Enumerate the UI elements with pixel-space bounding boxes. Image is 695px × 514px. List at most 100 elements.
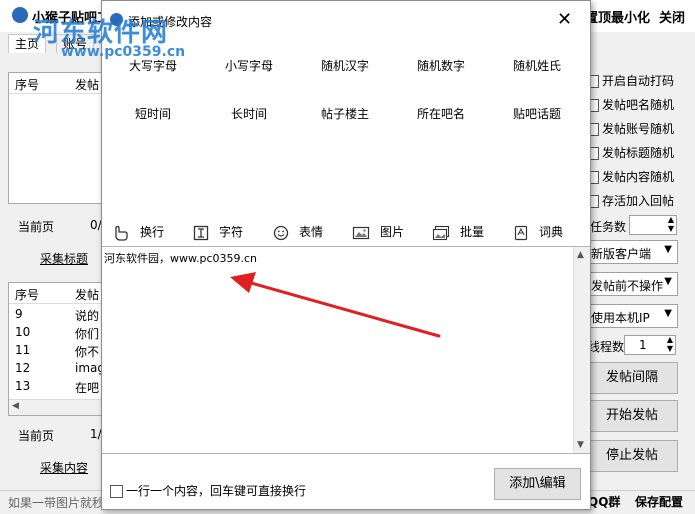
- insert-random-hanzi-button[interactable]: 随机汉字: [297, 57, 393, 74]
- checkbox-label: 发帖标题随机: [602, 146, 675, 160]
- thread-count-label: 线程数: [588, 340, 625, 354]
- task-count-spinner[interactable]: ▲ ▼: [629, 215, 677, 235]
- spin-up-icon[interactable]: ▲: [667, 335, 673, 344]
- toolbar-char-button[interactable]: 字符: [193, 223, 243, 243]
- thread-count-spinner[interactable]: 1 ▲ ▼: [624, 335, 676, 355]
- row-index: 9: [15, 307, 23, 321]
- app-icon: [12, 7, 28, 23]
- smiley-icon: [273, 225, 289, 240]
- lower-pager-value: 1/: [90, 427, 102, 441]
- table-row[interactable]: 9 说的: [9, 305, 109, 323]
- checkbox-label: 发帖内容随机: [602, 170, 675, 184]
- edit-content-dialog: 添加或修改内容 ✕ 大写字母 小写字母 随机汉字 随机数字 随机姓氏 短时间 长…: [101, 0, 591, 510]
- thread-count-value: 1: [639, 338, 647, 352]
- vertical-scrollbar[interactable]: ▲ ▼: [573, 247, 590, 453]
- insert-bar-topic-button[interactable]: 贴吧话题: [489, 105, 585, 122]
- random-account-checkbox[interactable]: 发帖账号随机: [586, 120, 674, 138]
- toolbar-label: 换行: [140, 225, 165, 239]
- minimize-button[interactable]: 最小化: [611, 7, 650, 26]
- insert-lowercase-button[interactable]: 小写字母: [201, 57, 297, 74]
- row-index: 10: [15, 325, 31, 339]
- pre-post-action-select[interactable]: 发帖前不操作 ▼: [588, 272, 678, 296]
- close-icon[interactable]: ✕: [557, 11, 572, 29]
- collect-title-link[interactable]: 采集标题: [40, 250, 88, 267]
- table-row[interactable]: 11 你不: [9, 341, 109, 359]
- upper-post-list[interactable]: 序号 发帖: [8, 72, 110, 204]
- insert-short-time-button[interactable]: 短时间: [105, 105, 201, 122]
- toolbar-label: 字符: [219, 225, 244, 239]
- toolbar-label: 表情: [299, 225, 324, 239]
- row-index: 12: [15, 361, 31, 375]
- post-interval-button[interactable]: 发帖间隔: [586, 362, 678, 394]
- random-title-checkbox[interactable]: 发帖标题随机: [586, 144, 674, 162]
- insert-long-time-button[interactable]: 长时间: [201, 105, 297, 122]
- select-value: 使用本机IP: [591, 311, 650, 325]
- dictionary-icon: [514, 225, 528, 240]
- toolbar-emoji-button[interactable]: 表情: [273, 223, 323, 243]
- text-cursor-icon: [193, 225, 209, 240]
- row-index: 11: [15, 343, 31, 357]
- checkbox-label: 发帖吧名随机: [602, 98, 675, 112]
- start-posting-button[interactable]: 开始发帖: [586, 400, 678, 432]
- collect-content-link[interactable]: 采集内容: [40, 459, 88, 476]
- spin-up-icon[interactable]: ▲: [668, 215, 674, 224]
- toolbar-newline-button[interactable]: 换行: [112, 223, 164, 243]
- toolbar-label: 图片: [380, 225, 405, 239]
- toolbar-label: 词典: [539, 225, 564, 239]
- chevron-down-icon: ▼: [664, 244, 672, 255]
- upper-pager-label: 当前页: [18, 220, 55, 234]
- row-content: 你不: [75, 345, 100, 359]
- table-row[interactable]: 12 imag: [9, 359, 109, 377]
- random-content-checkbox[interactable]: 发帖内容随机: [586, 168, 674, 186]
- col-header-index: 序号: [15, 288, 40, 302]
- spin-down-icon[interactable]: ▼: [667, 344, 673, 353]
- col-header-post: 发帖: [75, 288, 100, 302]
- add-to-reply-checkbox[interactable]: 存活加入回帖: [586, 192, 674, 210]
- row-content: 你们: [75, 327, 100, 341]
- auto-captcha-checkbox[interactable]: 开启自动打码: [586, 72, 674, 90]
- lower-post-list[interactable]: 序号 发帖 9 说的 10 你们 11 你不 12 imag 13 在吧 ◀: [8, 282, 110, 416]
- toolbar-image-button[interactable]: 图片: [352, 223, 404, 243]
- col-header-index: 序号: [15, 78, 40, 92]
- insert-random-surname-button[interactable]: 随机姓氏: [489, 57, 585, 74]
- horizontal-scrollbar[interactable]: ◀: [9, 399, 109, 415]
- one-per-line-checkbox[interactable]: 一行一个内容，回车键可直接换行: [110, 482, 306, 499]
- checkbox-label: 发帖账号随机: [602, 122, 675, 136]
- save-config-button[interactable]: 保存配置: [635, 493, 683, 510]
- toolbar-label: 批量: [460, 225, 485, 239]
- insert-random-number-button[interactable]: 随机数字: [393, 57, 489, 74]
- random-bar-name-checkbox[interactable]: 发帖吧名随机: [586, 96, 674, 114]
- insert-bar-name-button[interactable]: 所在吧名: [393, 105, 489, 122]
- toolbar-batch-button[interactable]: 批量: [432, 223, 484, 243]
- table-row[interactable]: 10 你们: [9, 323, 109, 341]
- add-edit-button[interactable]: 添加\编辑: [494, 468, 581, 500]
- hand-pointer-icon: [115, 225, 128, 241]
- client-version-select[interactable]: 新版客户端 ▼: [588, 240, 678, 264]
- stop-posting-button[interactable]: 停止发帖: [586, 440, 678, 472]
- task-count-label: 任务数: [590, 220, 627, 234]
- row-index: 13: [15, 379, 31, 393]
- checkbox-icon[interactable]: [110, 485, 123, 498]
- scroll-up-icon[interactable]: ▲: [577, 250, 584, 260]
- lower-list-header: 序号 发帖: [9, 283, 109, 304]
- spin-down-icon[interactable]: ▼: [668, 224, 674, 233]
- scroll-left-icon[interactable]: ◀: [12, 401, 19, 411]
- red-arrow-annotation: [230, 272, 441, 338]
- ip-mode-select[interactable]: 使用本机IP ▼: [588, 304, 678, 328]
- row-content: 在吧: [75, 381, 100, 395]
- watermark-url: www.pc0359.cn: [61, 44, 186, 60]
- select-value: 发帖前不操作: [591, 279, 664, 293]
- row-content: 说的: [75, 309, 100, 323]
- checkbox-label: 一行一个内容，回车键可直接换行: [126, 484, 307, 498]
- checkbox-label: 开启自动打码: [602, 74, 675, 88]
- close-main-button[interactable]: 关闭: [659, 7, 685, 26]
- table-row[interactable]: 13 在吧: [9, 377, 109, 395]
- checkbox-label: 存活加入回帖: [602, 194, 675, 208]
- upper-list-header: 序号 发帖: [9, 73, 109, 94]
- scroll-down-icon[interactable]: ▼: [577, 440, 584, 450]
- qq-group-link[interactable]: QQ群: [588, 493, 620, 510]
- chevron-down-icon: ▼: [664, 276, 672, 287]
- images-batch-icon: [432, 225, 450, 240]
- insert-thread-owner-button[interactable]: 帖子楼主: [297, 105, 393, 122]
- toolbar-dictionary-button[interactable]: 词典: [513, 223, 563, 243]
